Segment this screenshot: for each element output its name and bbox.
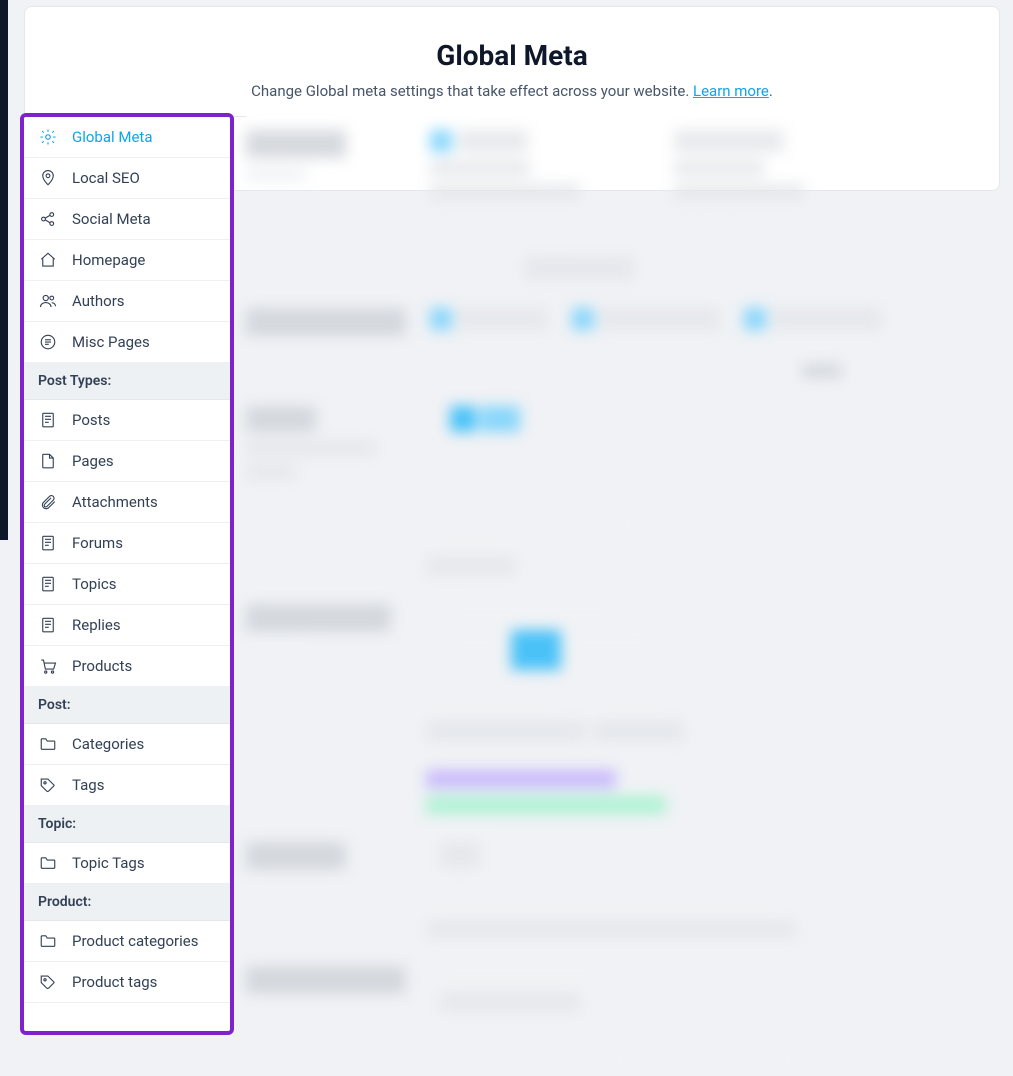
cart-icon — [38, 656, 58, 676]
sidebar-item-topic-tags[interactable]: Topic Tags — [24, 843, 230, 884]
sidebar-item-label: Topic Tags — [72, 854, 145, 872]
post-icon — [38, 615, 58, 635]
sidebar-item-global-meta[interactable]: Global Meta — [24, 117, 230, 158]
learn-more-link[interactable]: Learn more — [693, 82, 769, 100]
sidebar-item-tags[interactable]: Tags — [24, 765, 230, 806]
page-icon — [38, 451, 58, 471]
sidebar-item-homepage[interactable]: Homepage — [24, 240, 230, 281]
folder-icon — [38, 734, 58, 754]
folder-icon — [38, 931, 58, 951]
circle-lines-icon — [38, 332, 58, 352]
sidebar-item-label: Local SEO — [72, 169, 140, 187]
settings-sidebar: Global Meta Local SEO Social Meta Homepage A… — [20, 113, 234, 1035]
sidebar-item-label: Categories — [72, 735, 144, 753]
sidebar-item-label: Authors — [72, 292, 125, 310]
tag-icon — [38, 972, 58, 992]
sidebar-item-attachments[interactable]: Attachments — [24, 482, 230, 523]
sidebar-item-label: Replies — [72, 616, 121, 634]
sidebar-item-label: Tags — [72, 776, 104, 794]
pin-icon — [38, 168, 58, 188]
sidebar-item-label: Products — [72, 657, 132, 675]
sidebar-item-misc-pages[interactable]: Misc Pages — [24, 322, 230, 363]
clip-icon — [38, 492, 58, 512]
sidebar-item-label: Social Meta — [72, 210, 151, 228]
sidebar-item-label: Global Meta — [72, 128, 153, 146]
subtitle-text: Change Global meta settings that take ef… — [251, 82, 693, 100]
sidebar-section-heading: Topic: — [24, 806, 230, 843]
sidebar-item-label: Topics — [72, 575, 116, 593]
folder-icon — [38, 853, 58, 873]
sidebar-item-authors[interactable]: Authors — [24, 281, 230, 322]
page-subtitle: Change Global meta settings that take ef… — [65, 82, 959, 100]
sidebar-item-categories[interactable]: Categories — [24, 724, 230, 765]
sidebar-section-heading: Product: — [24, 884, 230, 921]
sidebar-item-label: Product tags — [72, 973, 157, 991]
gear-icon — [38, 127, 58, 147]
subtitle-period: . — [769, 82, 773, 100]
sidebar-item-replies[interactable]: Replies — [24, 605, 230, 646]
post-icon — [38, 574, 58, 594]
tag-icon — [38, 775, 58, 795]
post-icon — [38, 410, 58, 430]
sidebar-item-local-seo[interactable]: Local SEO — [24, 158, 230, 199]
sidebar-item-product-categories[interactable]: Product categories — [24, 921, 230, 962]
card-header: Global Meta Change Global meta settings … — [25, 31, 999, 120]
sidebar-section-heading: Post: — [24, 687, 230, 724]
post-icon — [38, 533, 58, 553]
users-icon — [38, 291, 58, 311]
sidebar-item-label: Product categories — [72, 932, 198, 950]
sidebar-item-products[interactable]: Products — [24, 646, 230, 687]
sidebar-item-product-tags[interactable]: Product tags — [24, 962, 230, 1003]
sidebar-item-label: Pages — [72, 452, 114, 470]
share-icon — [38, 209, 58, 229]
sidebar-item-posts[interactable]: Posts — [24, 400, 230, 441]
sidebar-item-label: Forums — [72, 534, 123, 552]
sidebar-item-label: Posts — [72, 411, 110, 429]
sidebar-item-forums[interactable]: Forums — [24, 523, 230, 564]
blurred-settings-content — [246, 130, 996, 1060]
sidebar-item-label: Homepage — [72, 251, 145, 269]
sidebar-item-social-meta[interactable]: Social Meta — [24, 199, 230, 240]
sidebar-item-pages[interactable]: Pages — [24, 441, 230, 482]
home-icon — [38, 250, 58, 270]
page-title: Global Meta — [65, 39, 959, 72]
sidebar-item-label: Attachments — [72, 493, 158, 511]
sidebar-section-heading: Post Types: — [24, 363, 230, 400]
sidebar-item-topics[interactable]: Topics — [24, 564, 230, 605]
sidebar-item-label: Misc Pages — [72, 333, 150, 351]
admin-bar-sliver — [0, 0, 8, 540]
